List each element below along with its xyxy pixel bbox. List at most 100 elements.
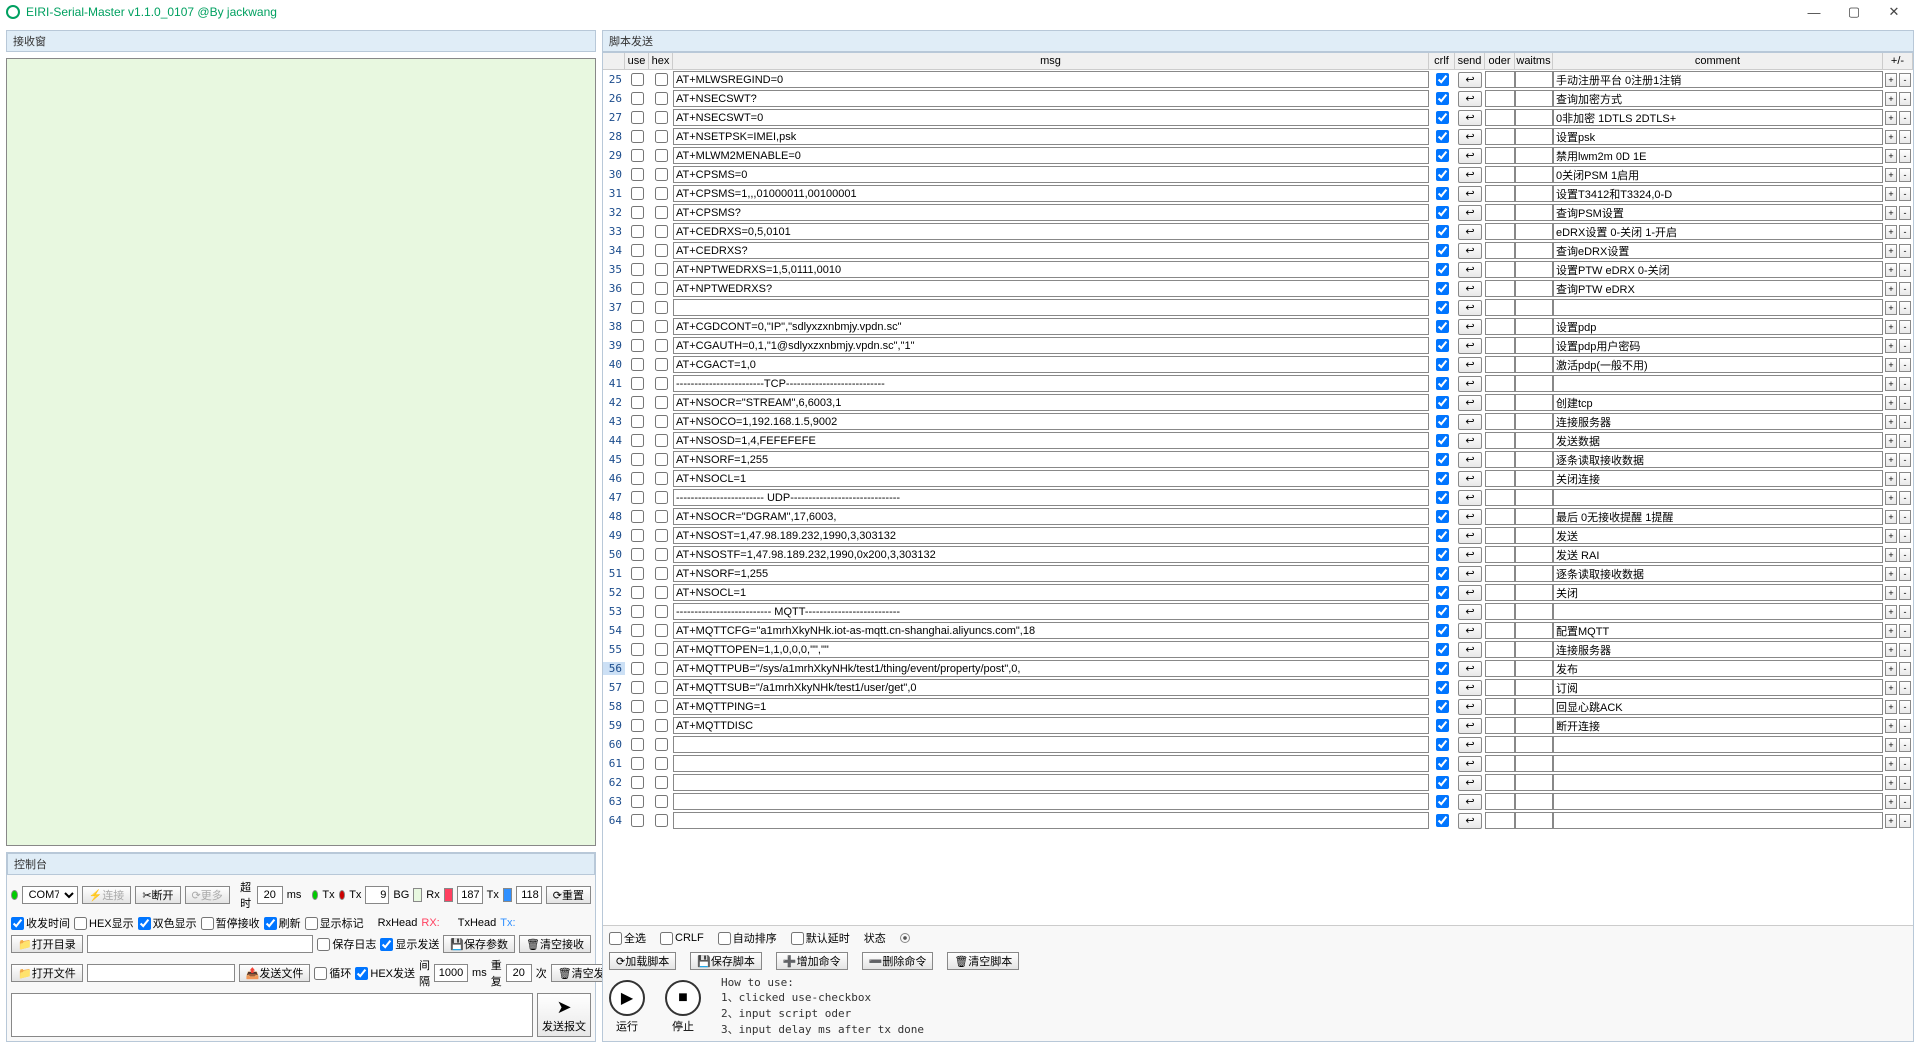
remove-row-button[interactable]: - bbox=[1899, 187, 1911, 201]
hex-checkbox[interactable] bbox=[655, 624, 668, 637]
use-checkbox[interactable] bbox=[631, 529, 644, 542]
remove-row-button[interactable]: - bbox=[1899, 776, 1911, 790]
hex-checkbox[interactable] bbox=[655, 700, 668, 713]
hex-checkbox[interactable] bbox=[655, 358, 668, 371]
msg-input[interactable] bbox=[673, 280, 1429, 297]
remove-row-button[interactable]: - bbox=[1899, 320, 1911, 334]
comment-input[interactable] bbox=[1553, 280, 1883, 297]
use-checkbox[interactable] bbox=[631, 643, 644, 656]
oder-input[interactable] bbox=[1485, 774, 1515, 791]
oder-input[interactable] bbox=[1485, 736, 1515, 753]
remove-row-button[interactable]: - bbox=[1899, 510, 1911, 524]
add-row-button[interactable]: + bbox=[1885, 187, 1897, 201]
remove-row-button[interactable]: - bbox=[1899, 738, 1911, 752]
waitms-input[interactable] bbox=[1515, 299, 1553, 316]
use-checkbox[interactable] bbox=[631, 548, 644, 561]
send-message-button[interactable]: ➤ 发送报文 bbox=[537, 993, 591, 1037]
hex-checkbox[interactable] bbox=[655, 681, 668, 694]
bg-color-swatch[interactable] bbox=[413, 888, 422, 902]
comment-input[interactable] bbox=[1553, 508, 1883, 525]
add-row-button[interactable]: + bbox=[1885, 263, 1897, 277]
remove-row-button[interactable]: - bbox=[1899, 491, 1911, 505]
waitms-input[interactable] bbox=[1515, 90, 1553, 107]
send-row-button[interactable]: ↩ bbox=[1458, 281, 1482, 297]
send-textarea[interactable] bbox=[11, 993, 533, 1037]
waitms-input[interactable] bbox=[1515, 565, 1553, 582]
add-row-button[interactable]: + bbox=[1885, 757, 1897, 771]
comment-input[interactable] bbox=[1553, 71, 1883, 88]
hex-checkbox[interactable] bbox=[655, 795, 668, 808]
use-checkbox[interactable] bbox=[631, 719, 644, 732]
msg-input[interactable] bbox=[673, 375, 1429, 392]
crlf-checkbox[interactable] bbox=[1436, 643, 1449, 656]
use-checkbox[interactable] bbox=[631, 168, 644, 181]
crlf-checkbox[interactable] bbox=[1436, 320, 1449, 333]
use-checkbox[interactable] bbox=[631, 700, 644, 713]
crlf-checkbox[interactable] bbox=[1436, 415, 1449, 428]
send-row-button[interactable]: ↩ bbox=[1458, 699, 1482, 715]
hex-checkbox[interactable] bbox=[655, 586, 668, 599]
remove-row-button[interactable]: - bbox=[1899, 92, 1911, 106]
use-checkbox[interactable] bbox=[631, 377, 644, 390]
remove-row-button[interactable]: - bbox=[1899, 73, 1911, 87]
waitms-input[interactable] bbox=[1515, 432, 1553, 449]
use-checkbox[interactable] bbox=[631, 776, 644, 789]
send-row-button[interactable]: ↩ bbox=[1458, 604, 1482, 620]
oder-input[interactable] bbox=[1485, 223, 1515, 240]
oder-input[interactable] bbox=[1485, 755, 1515, 772]
remove-row-button[interactable]: - bbox=[1899, 719, 1911, 733]
crlf-checkbox[interactable] bbox=[1436, 586, 1449, 599]
use-checkbox[interactable] bbox=[631, 282, 644, 295]
oder-input[interactable] bbox=[1485, 318, 1515, 335]
oder-input[interactable] bbox=[1485, 565, 1515, 582]
send-row-button[interactable]: ↩ bbox=[1458, 680, 1482, 696]
comment-input[interactable] bbox=[1553, 679, 1883, 696]
msg-input[interactable] bbox=[673, 793, 1429, 810]
hex-checkbox[interactable] bbox=[655, 187, 668, 200]
use-checkbox[interactable] bbox=[631, 225, 644, 238]
msg-input[interactable] bbox=[673, 508, 1429, 525]
add-row-button[interactable]: + bbox=[1885, 320, 1897, 334]
crlf-checkbox[interactable] bbox=[1436, 529, 1449, 542]
msg-input[interactable] bbox=[673, 147, 1429, 164]
oder-input[interactable] bbox=[1485, 546, 1515, 563]
hex-checkbox[interactable] bbox=[655, 396, 668, 409]
showsend-checkbox[interactable]: 显示发送 bbox=[380, 936, 439, 952]
rx-color-swatch[interactable] bbox=[444, 888, 453, 902]
remove-row-button[interactable]: - bbox=[1899, 263, 1911, 277]
hexsend-checkbox[interactable]: HEX发送 bbox=[355, 965, 415, 981]
msg-input[interactable] bbox=[673, 242, 1429, 259]
save-param-button[interactable]: 💾 保存参数 bbox=[443, 935, 515, 953]
remove-row-button[interactable]: - bbox=[1899, 206, 1911, 220]
receive-textarea[interactable] bbox=[6, 58, 596, 846]
timeout-input[interactable] bbox=[257, 886, 283, 904]
hex-checkbox[interactable] bbox=[655, 548, 668, 561]
connect-button[interactable]: ⚡ 连接 bbox=[82, 886, 132, 904]
crlf-checkbox[interactable] bbox=[1436, 187, 1449, 200]
send-row-button[interactable]: ↩ bbox=[1458, 186, 1482, 202]
add-row-button[interactable]: + bbox=[1885, 681, 1897, 695]
hex-checkbox[interactable] bbox=[655, 225, 668, 238]
add-row-button[interactable]: + bbox=[1885, 700, 1897, 714]
msg-input[interactable] bbox=[673, 223, 1429, 240]
msg-input[interactable] bbox=[673, 527, 1429, 544]
remove-row-button[interactable]: - bbox=[1899, 662, 1911, 676]
crlf-checkbox[interactable] bbox=[1436, 263, 1449, 276]
use-checkbox[interactable] bbox=[631, 491, 644, 504]
add-cmd-button[interactable]: ➕ 增加命令 bbox=[776, 952, 848, 970]
send-row-button[interactable]: ↩ bbox=[1458, 794, 1482, 810]
hex-checkbox[interactable] bbox=[655, 491, 668, 504]
loop-checkbox[interactable]: 循环 bbox=[314, 965, 351, 981]
send-row-button[interactable]: ↩ bbox=[1458, 376, 1482, 392]
comment-input[interactable] bbox=[1553, 812, 1883, 829]
waitms-input[interactable] bbox=[1515, 242, 1553, 259]
msg-input[interactable] bbox=[673, 698, 1429, 715]
hex-checkbox[interactable] bbox=[655, 434, 668, 447]
waitms-input[interactable] bbox=[1515, 470, 1553, 487]
use-checkbox[interactable] bbox=[631, 320, 644, 333]
msg-input[interactable] bbox=[673, 204, 1429, 221]
send-row-button[interactable]: ↩ bbox=[1458, 490, 1482, 506]
comment-input[interactable] bbox=[1553, 527, 1883, 544]
add-row-button[interactable]: + bbox=[1885, 510, 1897, 524]
waitms-input[interactable] bbox=[1515, 508, 1553, 525]
